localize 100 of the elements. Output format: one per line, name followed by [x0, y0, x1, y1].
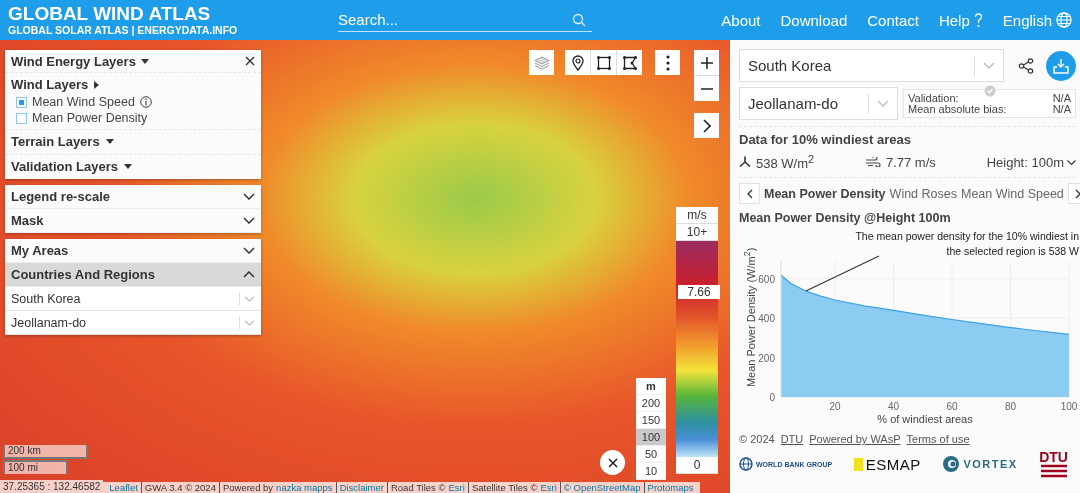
height-unit: m: [636, 378, 666, 395]
chart-tab[interactable]: Wind Roses: [889, 186, 957, 201]
download-button[interactable]: [1046, 50, 1076, 81]
attribution-text: GWA 3.4 © 2024: [144, 482, 216, 493]
layer-label[interactable]: Mean Wind Speed: [32, 95, 135, 109]
x-tick-label: 100: [1060, 401, 1078, 413]
copyright-text: © 2024: [739, 433, 775, 446]
chevron-icon: [1067, 159, 1076, 165]
panel-title[interactable]: Wind Energy Layers: [11, 53, 136, 69]
x-tick-label: 20: [829, 401, 841, 413]
section-title[interactable]: Wind Layers: [11, 77, 89, 92]
coordinates-text: 37.25365 : 132.46582: [0, 480, 104, 493]
region-select[interactable]: South Korea: [5, 287, 261, 311]
height-option[interactable]: 50: [636, 446, 666, 463]
chevron-icon: [243, 217, 255, 224]
rectangle-tool-button[interactable]: [591, 50, 616, 75]
zoom-out-button[interactable]: [694, 76, 719, 101]
height-option[interactable]: 10: [636, 463, 666, 480]
y-tick-label: 400: [758, 313, 775, 325]
section-heading: Data for 10% windiest areas: [739, 132, 912, 147]
chevron-icon: [244, 319, 255, 326]
close-button[interactable]: [600, 450, 625, 475]
attribution-text: Powered by: [222, 482, 274, 493]
layer-label[interactable]: Mean Power Density: [32, 111, 148, 125]
search-field[interactable]: Search...: [338, 8, 592, 32]
footer-link[interactable]: DTU: [780, 433, 804, 446]
more-icon: [665, 54, 670, 71]
chevron-icon: [243, 247, 255, 254]
pin-tool-button[interactable]: [565, 50, 590, 75]
scale-bar: 100 mi: [3, 460, 68, 474]
close-icon: [607, 457, 618, 468]
logo-text: VORTEX: [963, 458, 1018, 471]
map-pin-icon: [571, 54, 584, 71]
section-title[interactable]: Validation Layers: [11, 159, 118, 174]
chevron-icon: [243, 271, 255, 278]
x-axis-title: % of windiest areas: [877, 413, 973, 426]
attribution-link[interactable]: © OpenStreetMap: [563, 482, 641, 493]
x-tick-label: 40: [888, 401, 900, 413]
checkbox[interactable]: [16, 96, 27, 108]
more-button[interactable]: [655, 50, 680, 75]
validation-label: Validation:: [908, 93, 959, 104]
swirl-icon: [942, 455, 961, 474]
y-tick-label: 0: [769, 392, 775, 404]
wind-icon: [864, 157, 881, 168]
expand-button[interactable]: [694, 113, 719, 138]
question-icon: [973, 12, 983, 28]
accordion-header[interactable]: Mask: [5, 209, 261, 233]
checkbox[interactable]: [16, 112, 27, 124]
region-select[interactable]: Jeollanam-do: [5, 311, 261, 335]
x-tick-label: 80: [1004, 401, 1017, 413]
accordion-header[interactable]: Legend re-scale: [5, 185, 261, 209]
height-option[interactable]: 100: [636, 429, 666, 446]
caret-right-icon: [94, 80, 100, 89]
speed-value: 7.77 m/s: [885, 154, 936, 170]
logo-text: DTU: [1039, 450, 1068, 465]
info-icon[interactable]: [139, 96, 152, 108]
polygon-icon: [621, 54, 638, 71]
chevron-icon: [983, 62, 996, 69]
attribution-link[interactable]: Esri: [540, 482, 557, 493]
height-option[interactable]: 200: [636, 395, 666, 412]
validation-value: N/A: [1052, 93, 1071, 104]
attribution-link[interactable]: Protomaps: [647, 482, 694, 493]
chart-tab[interactable]: Mean Power Density: [764, 186, 886, 201]
footer-link[interactable]: Terms of use: [906, 433, 970, 446]
caret-icon: [123, 164, 132, 169]
legend-marker: 7.66: [678, 284, 720, 299]
chevron-right-icon: [1075, 188, 1080, 199]
chevron-left-icon: [746, 188, 753, 199]
footer-link[interactable]: Powered by WAsP: [809, 433, 901, 446]
polygon-tool-button[interactable]: [617, 50, 642, 75]
chevron-icon: [877, 100, 889, 107]
rectangle-icon: [595, 54, 612, 71]
section-title[interactable]: Terrain Layers: [11, 134, 100, 149]
legend-min: 0: [676, 457, 718, 474]
attribution-link[interactable]: Esri: [448, 482, 465, 493]
accordion-header[interactable]: Countries And Regions: [5, 263, 261, 287]
scale-bar: 200 km: [3, 445, 88, 459]
zoom-in-button[interactable]: [694, 50, 719, 75]
y-tick-label: 600: [758, 274, 775, 286]
wind-map-placeholder[interactable]: [0, 40, 730, 493]
caret-icon: [105, 139, 114, 144]
share-icon[interactable]: [1018, 57, 1035, 74]
attribution-link[interactable]: Leaflet: [109, 482, 138, 493]
attribution-text: Road Tiles ©: [390, 482, 446, 493]
power-value: 538 W/m$^{2}$: [756, 153, 815, 172]
chart-tab[interactable]: Mean Wind Speed: [960, 186, 1064, 201]
attribution-text: Satellite Tiles ©: [471, 482, 538, 493]
plus-icon: [700, 56, 713, 69]
attribution-link[interactable]: Disclaimer: [339, 482, 384, 493]
country-select[interactable]: South Korea: [739, 49, 1005, 82]
globe-icon: [1056, 12, 1072, 28]
caret-icon: [140, 58, 149, 64]
height-select[interactable]: Height: 100m: [986, 154, 1076, 170]
region-select[interactable]: Jeollanam-do: [739, 87, 898, 120]
search-icon: [572, 13, 586, 27]
y-tick-label: 200: [758, 352, 775, 364]
chart-title: Mean Power Density @Height 100m: [739, 211, 952, 226]
attribution-link[interactable]: nazka mapps: [276, 482, 333, 493]
close-icon[interactable]: [245, 56, 255, 66]
download-icon: [1053, 57, 1070, 74]
